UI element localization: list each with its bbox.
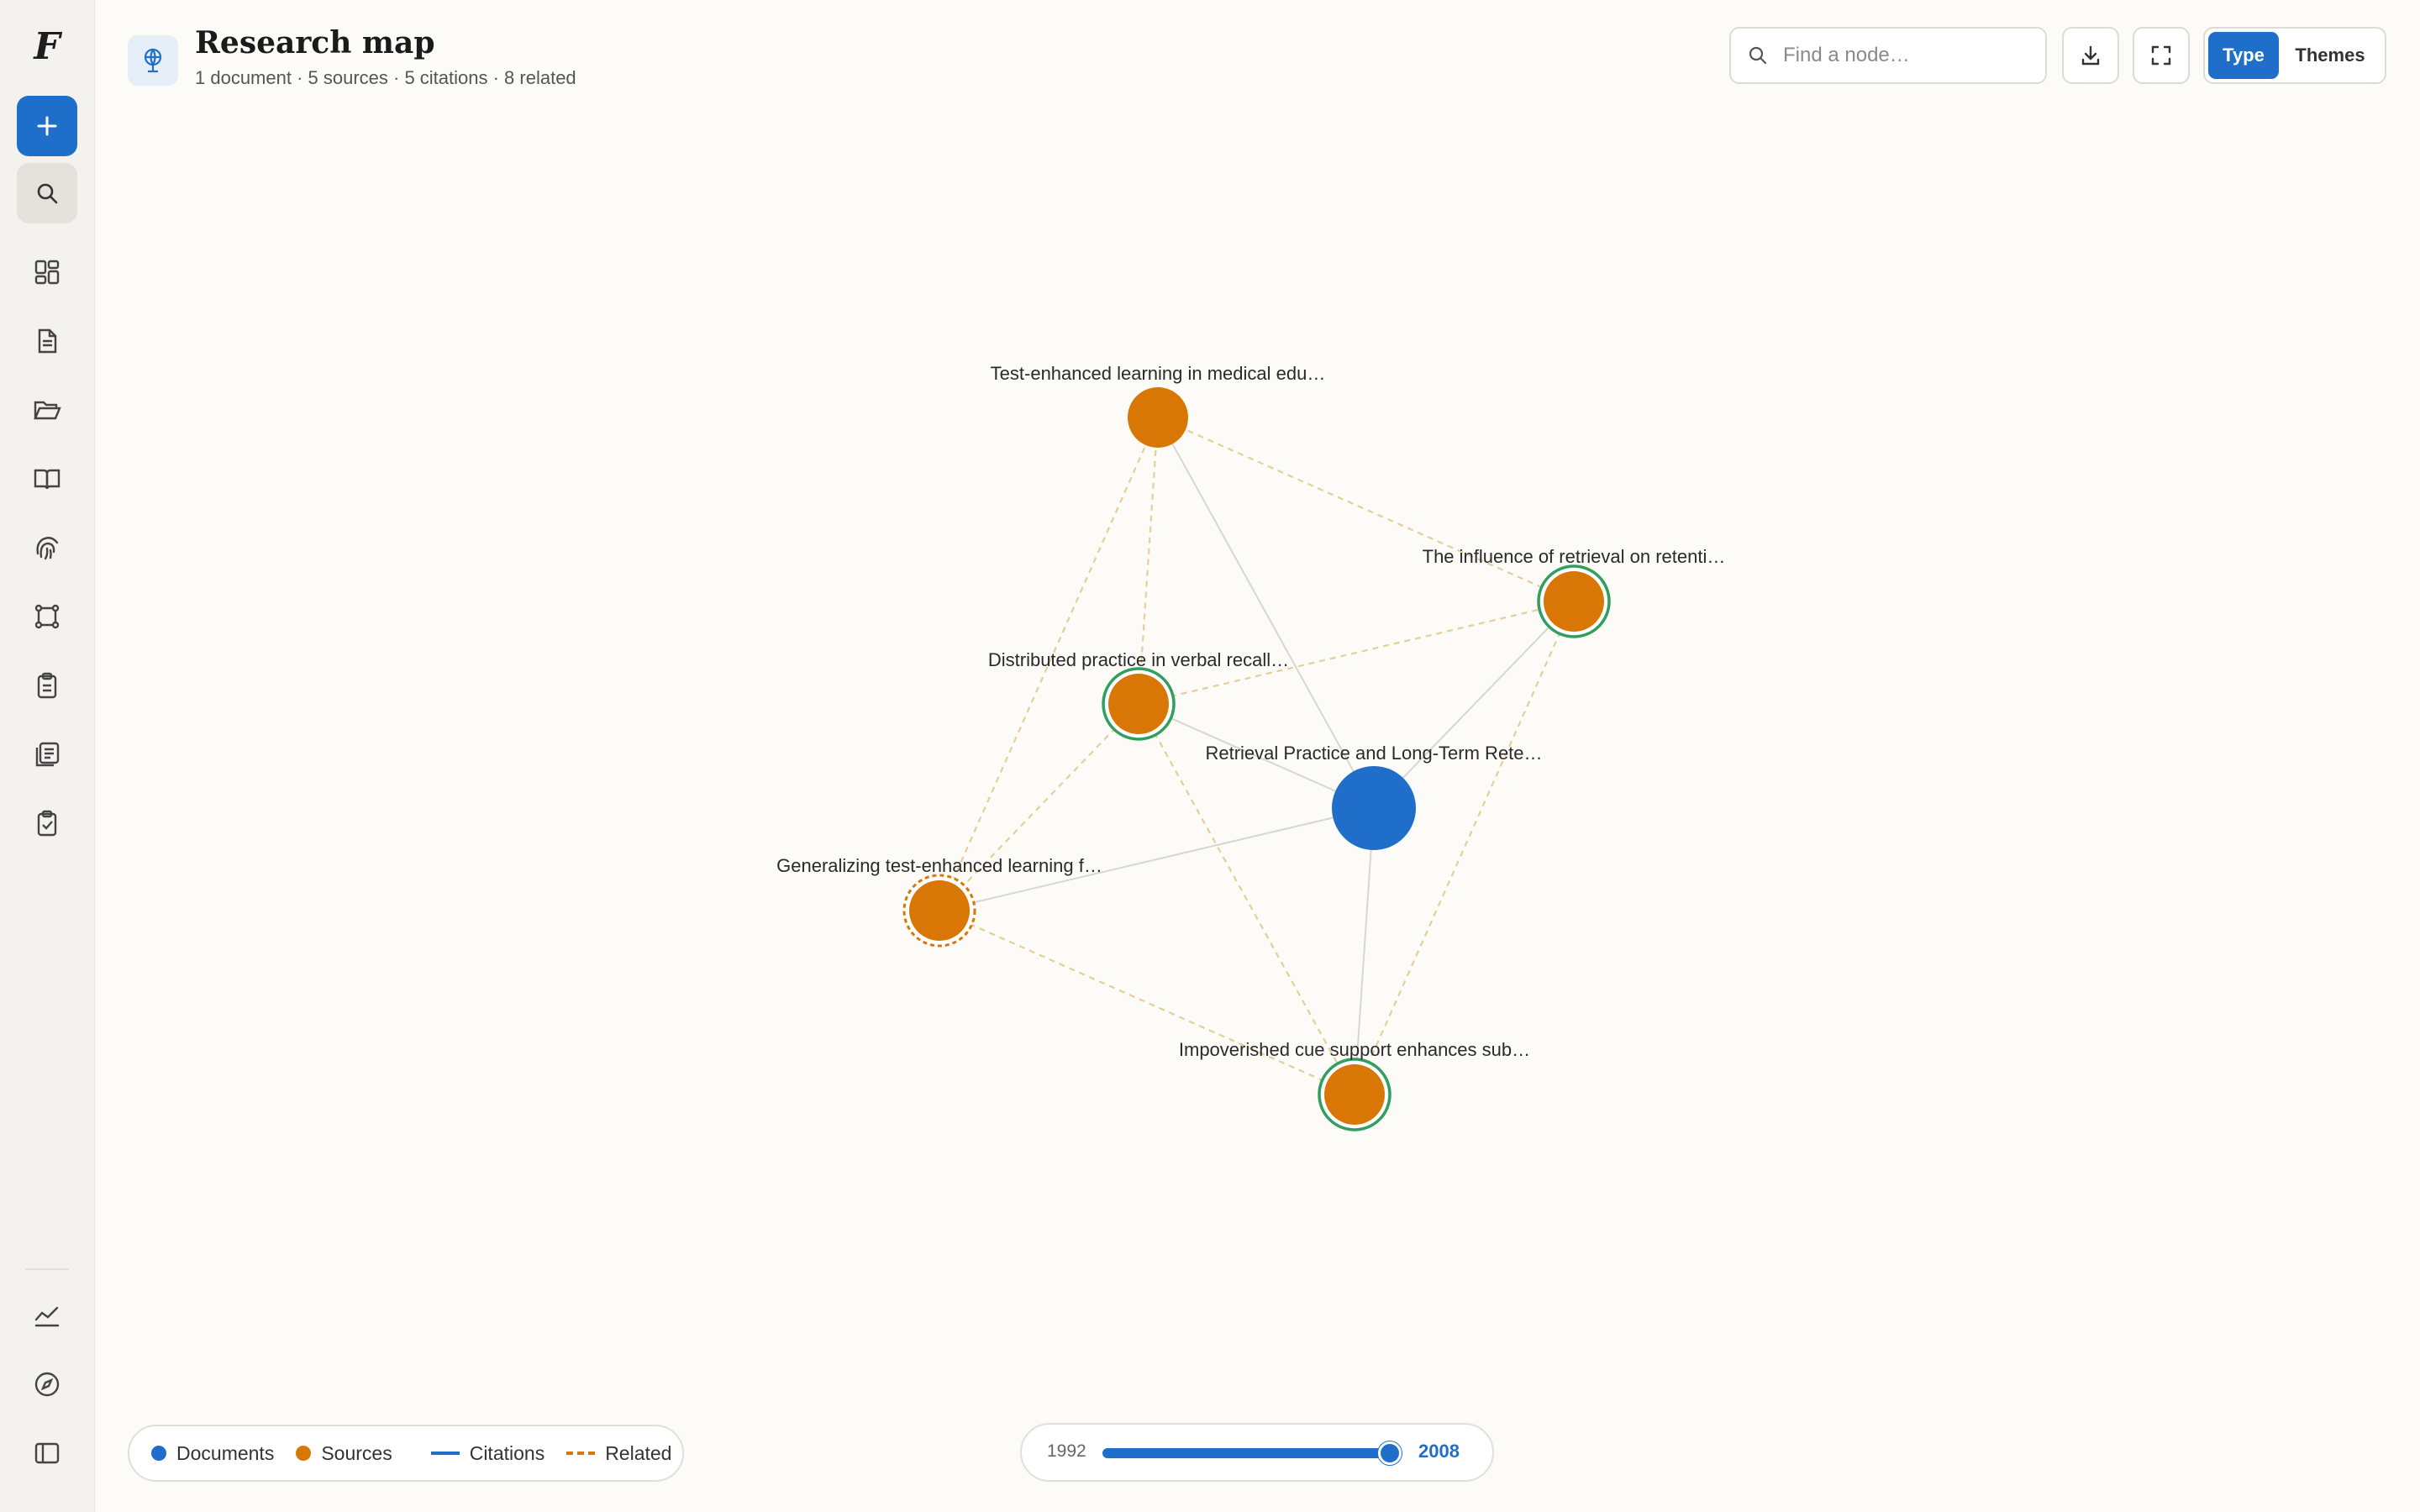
node-label: Impoverished cue support enhances sub… bbox=[1179, 1039, 1530, 1060]
source-node[interactable]: Impoverished cue support enhances sub… bbox=[1179, 1039, 1530, 1131]
citation-edge bbox=[1373, 601, 1575, 809]
node-label: Test-enhanced learning in medical edu… bbox=[991, 363, 1326, 384]
graph-nodes: Retrieval Practice and Long-Term Rete… Te… bbox=[776, 363, 1726, 1131]
document-node[interactable]: Retrieval Practice and Long-Term Rete… bbox=[1205, 743, 1543, 850]
node-label: The influence of retrieval on retenti… bbox=[1423, 546, 1726, 567]
related-line-swatch bbox=[566, 1452, 596, 1455]
legend-documents-label: Documents bbox=[176, 1441, 275, 1464]
legend-documents[interactable]: Documents bbox=[151, 1442, 274, 1465]
legend-sources-label: Sources bbox=[321, 1441, 392, 1464]
source-node[interactable]: Generalizing test-enhanced learning f… bbox=[776, 855, 1102, 948]
legend-citations[interactable]: Citations bbox=[430, 1441, 545, 1465]
source-swatch bbox=[296, 1446, 312, 1461]
source-node[interactable]: Test-enhanced learning in medical edu… bbox=[991, 363, 1326, 448]
timeline-handle[interactable] bbox=[1378, 1441, 1402, 1465]
source-node[interactable]: Distributed practice in verbal recall… bbox=[988, 649, 1289, 741]
legend-citations-label: Citations bbox=[469, 1441, 545, 1464]
node-label: Retrieval Practice and Long-Term Rete… bbox=[1205, 743, 1542, 764]
related-edge bbox=[939, 909, 1355, 1096]
document-swatch bbox=[151, 1446, 166, 1461]
source-node[interactable]: The influence of retrieval on retenti… bbox=[1423, 546, 1726, 638]
source-node-circle[interactable] bbox=[1544, 571, 1604, 632]
timeline-end-year: 2008 bbox=[1418, 1441, 1460, 1462]
legend-related-label: Related bbox=[605, 1441, 672, 1464]
source-node-circle[interactable] bbox=[1108, 674, 1169, 734]
related-edge bbox=[1157, 416, 1575, 603]
citation-line-swatch bbox=[430, 1452, 460, 1455]
legend-related[interactable]: Related bbox=[566, 1442, 671, 1465]
timeline-start-year: 1992 bbox=[1047, 1441, 1086, 1461]
source-node-circle[interactable] bbox=[1324, 1064, 1385, 1125]
source-node-circle[interactable] bbox=[1128, 387, 1188, 448]
document-node-circle[interactable] bbox=[1332, 766, 1416, 850]
legend-sources[interactable]: Sources bbox=[296, 1442, 392, 1465]
related-edge bbox=[1353, 601, 1576, 1095]
timeline-track[interactable] bbox=[1102, 1448, 1398, 1458]
research-graph[interactable]: Retrieval Practice and Long-Term Rete… Te… bbox=[0, 0, 2420, 1512]
related-edge bbox=[939, 703, 1139, 911]
source-node-circle[interactable] bbox=[909, 880, 970, 941]
graph-legend: Documents Sources Citations Related bbox=[128, 1425, 684, 1482]
year-range-slider: 1992 2008 bbox=[1020, 1423, 1494, 1482]
node-label: Generalizing test-enhanced learning f… bbox=[776, 855, 1102, 876]
node-label: Distributed practice in verbal recall… bbox=[988, 649, 1289, 670]
